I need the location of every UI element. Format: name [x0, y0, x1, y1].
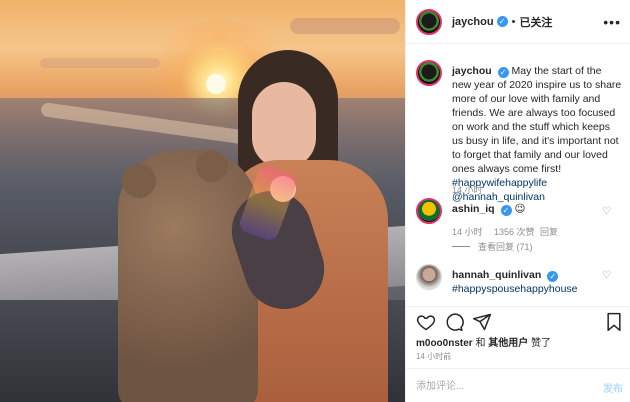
- heart-icon[interactable]: [416, 312, 436, 332]
- woman-face: [252, 82, 316, 168]
- header-username[interactable]: jaychou: [452, 16, 494, 28]
- caption: jaychou ✓ May the start of the new year …: [416, 60, 622, 203]
- comments-list[interactable]: jaychou ✓ May the start of the new year …: [406, 44, 630, 306]
- divider: [452, 246, 470, 247]
- verified-icon: ✓: [496, 16, 508, 27]
- share-icon[interactable]: [472, 312, 492, 332]
- likes-others-link[interactable]: 其他用户: [488, 338, 528, 349]
- verified-icon: ✓: [500, 205, 512, 216]
- like-comment-heart-icon[interactable]: ♡: [602, 206, 611, 217]
- likes-summary: m0oo0nster 和 其他用户 赞了: [416, 334, 551, 349]
- follow-button[interactable]: 已关注: [519, 14, 552, 30]
- comment-hashtag[interactable]: #happyspousehappyhouse: [452, 283, 578, 295]
- likes-suffix: 赞了: [531, 338, 552, 349]
- caption-time[interactable]: 14 小时: [452, 183, 483, 196]
- view-replies-button[interactable]: 查看回复 (71): [452, 240, 533, 253]
- comment: hannah_quinlivan ✓ #happyspousehappyhous…: [416, 264, 621, 304]
- action-bar: [406, 306, 630, 336]
- avatar[interactable]: [416, 264, 442, 290]
- sun: [206, 74, 226, 94]
- avatar[interactable]: [416, 198, 442, 224]
- comment-body: hannah_quinlivan ✓ #happyspousehappyhous…: [452, 268, 622, 296]
- post-comment-button[interactable]: 发布: [603, 380, 623, 395]
- more-options-icon[interactable]: •••: [603, 14, 621, 30]
- bear-ear: [196, 150, 228, 182]
- separator-dot: •: [511, 15, 516, 28]
- post-photo[interactable]: [0, 0, 405, 402]
- post-header: jaychou ✓ • 已关注 •••: [406, 0, 630, 44]
- add-comment-bar: 发布: [406, 368, 630, 402]
- comment-time[interactable]: 14 小时: [452, 225, 483, 238]
- post-side-panel: jaychou ✓ • 已关注 ••• jaychou ✓ May the st…: [405, 0, 630, 402]
- cloud: [40, 58, 160, 68]
- comment-body: ashin_iq ✓ 😉: [452, 202, 622, 216]
- reply-button[interactable]: 回复: [540, 225, 558, 238]
- like-comment-heart-icon[interactable]: ♡: [602, 270, 611, 281]
- verified-icon: ✓: [547, 271, 559, 282]
- comment-username[interactable]: hannah_quinlivan: [452, 269, 541, 281]
- bookmark-icon[interactable]: [604, 312, 624, 332]
- verified-icon: ✓: [497, 67, 509, 78]
- caption-username[interactable]: jaychou: [452, 65, 492, 77]
- avatar[interactable]: [416, 8, 442, 35]
- avatar[interactable]: [416, 60, 442, 86]
- comment-input[interactable]: [416, 378, 576, 394]
- liker-username[interactable]: m0oo0nster: [416, 338, 473, 349]
- view-replies-label: 查看回复 (71): [478, 242, 533, 252]
- comment: ashin_iq ✓ 😉 ♡ 14 小时 1356 次赞 回复 查看回复 (71…: [416, 198, 621, 258]
- comment-username[interactable]: ashin_iq: [452, 203, 495, 215]
- caption-text: May the start of the new year of 2020 in…: [452, 65, 622, 175]
- comment-likes[interactable]: 1356 次赞: [494, 225, 535, 238]
- cloud: [290, 18, 400, 34]
- comment-icon[interactable]: [444, 312, 464, 332]
- post-timestamp[interactable]: 14 小时前: [416, 351, 451, 362]
- comment-text: 😉: [514, 203, 526, 215]
- likes-and: 和: [475, 338, 486, 349]
- bear-ear: [122, 164, 156, 198]
